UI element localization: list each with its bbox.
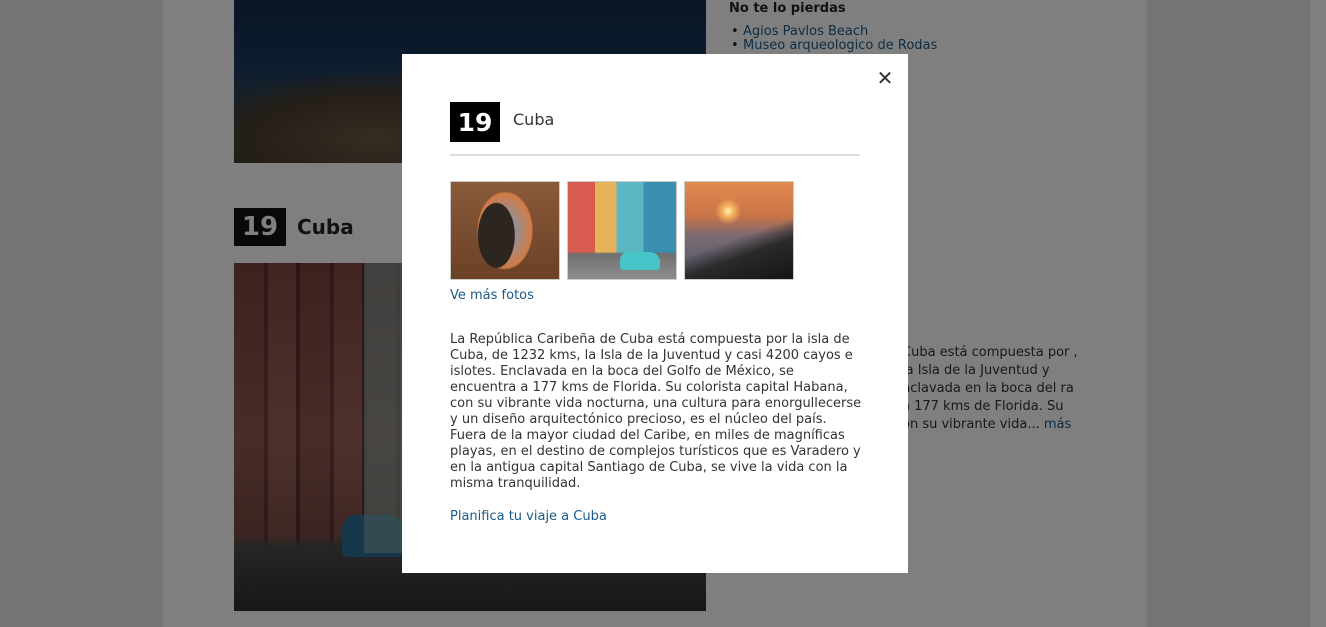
photo-thumbnails [450,181,794,280]
photo-thumbnail[interactable] [450,181,560,280]
close-icon[interactable]: ✕ [875,66,895,90]
modal-header: 19 Cuba [450,102,860,156]
destination-description: La República Caribeña de Cuba está compu… [450,332,862,491]
classic-car-shape [620,252,660,270]
plan-trip-link[interactable]: Planifica tu viaje a Cuba [450,509,607,524]
modal-number-badge: 19 [450,102,500,142]
modal-title: Cuba [513,110,555,129]
more-photos-link[interactable]: Ve más fotos [450,288,534,303]
photo-thumbnail[interactable] [684,181,794,280]
photo-thumbnail[interactable] [567,181,677,280]
destination-modal: ✕ 19 Cuba Ve más fotos La República Cari… [402,54,908,573]
